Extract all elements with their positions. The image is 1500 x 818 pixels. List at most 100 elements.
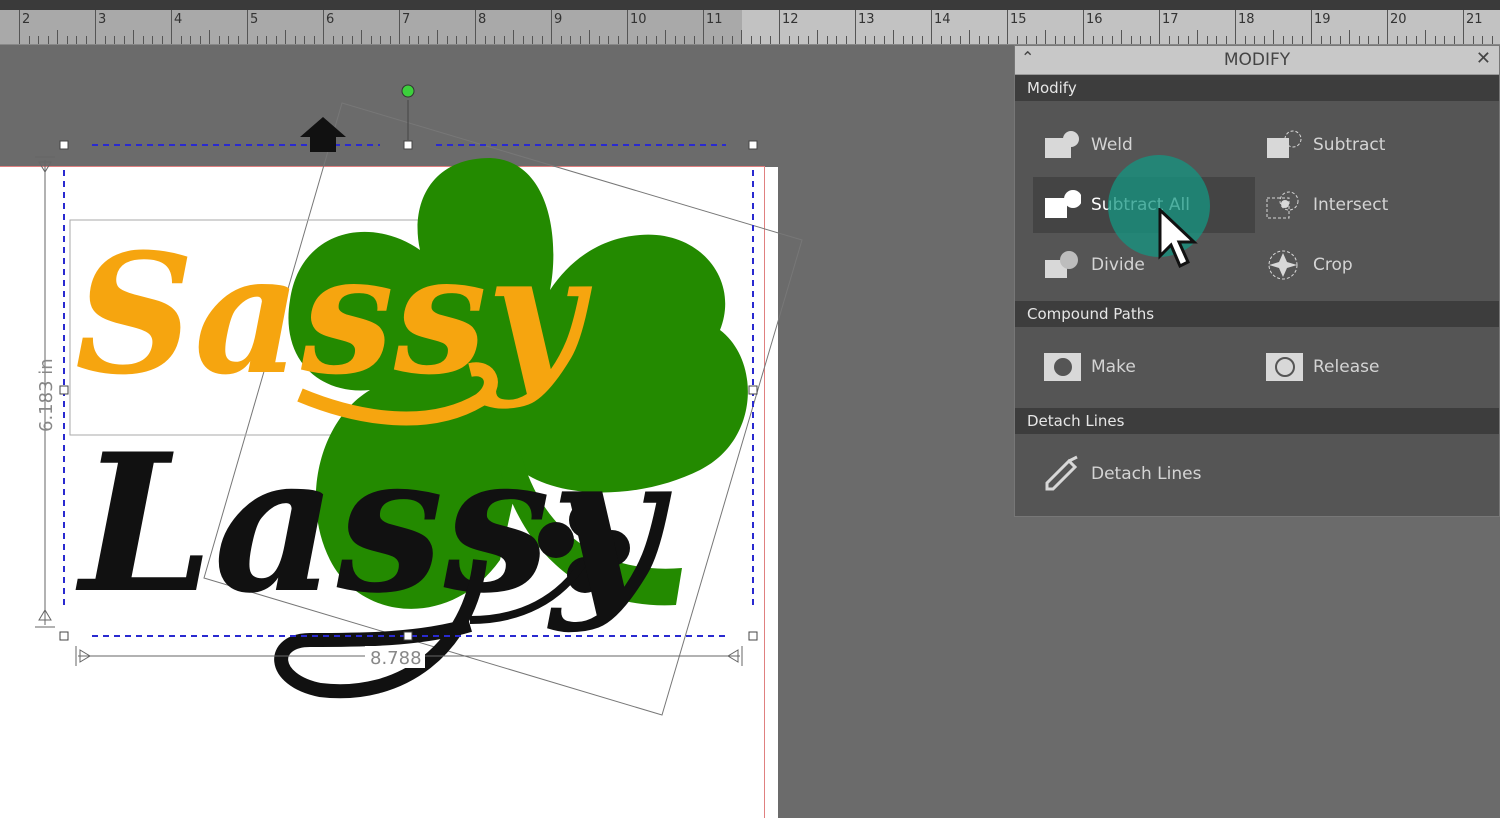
ruler-minor-tick (655, 36, 657, 44)
detach-lines-icon (1043, 455, 1081, 493)
ruler-label: 15 (1010, 12, 1027, 27)
ruler-minor-tick (959, 36, 961, 44)
ruler-minor-tick (1491, 36, 1493, 44)
make-label: Make (1091, 357, 1136, 377)
ruler-minor-tick (133, 30, 134, 44)
section-compound-heading: Compound Paths (1015, 301, 1499, 327)
ruler-minor-tick (57, 30, 58, 44)
divide-label: Divide (1091, 255, 1145, 275)
panel-title: MODIFY (1223, 50, 1291, 70)
make-button[interactable]: Make (1033, 339, 1253, 395)
ruler-minor-tick (418, 36, 419, 44)
ruler-major-tick (171, 10, 172, 44)
subtract-button[interactable]: Subtract (1255, 117, 1475, 173)
ruler-minor-tick (522, 36, 524, 44)
ruler-minor-tick (342, 36, 343, 44)
ruler-minor-tick (275, 36, 277, 44)
ruler-minor-tick (1016, 36, 1018, 44)
ruler-minor-tick (893, 30, 894, 44)
ruler-minor-tick (1330, 36, 1331, 44)
detach-lines-button[interactable]: Detach Lines (1033, 446, 1293, 502)
ruler-minor-tick (237, 36, 239, 44)
ruler-minor-tick (636, 36, 638, 44)
ruler-minor-tick (1140, 36, 1141, 44)
modify-panel: ⌃ MODIFY ✕ Modify Weld Subtract Subtract… (1014, 45, 1500, 517)
close-icon[interactable]: ✕ (1476, 48, 1491, 69)
ruler-minor-tick (1187, 36, 1189, 44)
page-top-edge (0, 166, 765, 167)
ruler-minor-tick (1216, 36, 1217, 44)
subtract-all-icon (1043, 186, 1081, 224)
release-button[interactable]: Release (1255, 339, 1475, 395)
subtract-label: Subtract (1313, 135, 1386, 155)
ruler-minor-tick (570, 36, 571, 44)
ruler-major-tick (551, 10, 552, 44)
section-modify-heading: Modify (1015, 75, 1499, 101)
ruler-label: 14 (934, 12, 951, 27)
crop-button[interactable]: Crop (1255, 237, 1475, 293)
ruler-minor-tick (836, 36, 837, 44)
ruler-minor-tick (218, 36, 220, 44)
ruler-minor-tick (161, 36, 163, 44)
ruler-minor-tick (646, 36, 647, 44)
intersect-label: Intersect (1313, 195, 1389, 215)
ruler-minor-tick (446, 36, 448, 44)
ruler-label: 21 (1466, 12, 1483, 27)
ruler-minor-tick (541, 36, 543, 44)
ruler-minor-tick (741, 30, 742, 44)
panel-titlebar: ⌃ MODIFY ✕ (1015, 46, 1499, 75)
top-bar (0, 0, 1500, 10)
ruler-major-tick (247, 10, 248, 44)
ruler-minor-tick (1045, 30, 1046, 44)
ruler-minor-tick (142, 36, 144, 44)
ruler-label: 17 (1162, 12, 1179, 27)
ruler-minor-tick (1273, 30, 1274, 44)
ruler-minor-tick (693, 36, 695, 44)
ruler-minor-tick (361, 30, 362, 44)
ruler-minor-tick (199, 36, 201, 44)
ruler-minor-tick (85, 36, 87, 44)
ruler-major-tick (1387, 10, 1388, 44)
ruler-minor-tick (1102, 36, 1103, 44)
ruler-minor-tick (123, 36, 125, 44)
ruler-minor-tick (389, 36, 391, 44)
ruler-major-tick (95, 10, 96, 44)
ruler-minor-tick (750, 36, 752, 44)
ruler-minor-tick (1026, 36, 1027, 44)
ruler-major-tick (1083, 10, 1084, 44)
ruler-minor-tick (1149, 36, 1151, 44)
ruler-minor-tick (28, 36, 30, 44)
intersect-icon (1265, 186, 1303, 224)
ruler-minor-tick (1225, 36, 1227, 44)
ruler-minor-tick (760, 36, 761, 44)
ruler-minor-tick (1368, 36, 1369, 44)
ruler-minor-tick (712, 36, 714, 44)
weld-label: Weld (1091, 135, 1133, 155)
section-compound-paths: Make Release (1015, 327, 1499, 408)
ruler-major-tick (779, 10, 780, 44)
ruler-minor-tick (532, 36, 533, 44)
ruler-label: 9 (554, 12, 563, 27)
ruler-minor-tick (1197, 30, 1198, 44)
cutting-mat-page[interactable] (0, 167, 778, 818)
subtract-icon (1265, 126, 1303, 164)
ruler-major-tick (475, 10, 476, 44)
ruler-label: 8 (478, 12, 487, 27)
ruler-minor-tick (1206, 36, 1208, 44)
ruler-minor-tick (1178, 36, 1179, 44)
ruler-minor-tick (190, 36, 191, 44)
ruler-minor-tick (456, 36, 457, 44)
ruler-minor-tick (1482, 36, 1483, 44)
ruler-label: 6 (326, 12, 335, 27)
ruler-minor-tick (465, 36, 467, 44)
ruler-minor-tick (380, 36, 381, 44)
ruler-major-tick (1159, 10, 1160, 44)
ruler-minor-tick (209, 30, 210, 44)
ruler-minor-tick (114, 36, 115, 44)
ruler-minor-tick (1092, 36, 1094, 44)
intersect-button[interactable]: Intersect (1255, 177, 1475, 233)
ruler-label: 11 (706, 12, 723, 27)
ruler-minor-tick (950, 36, 951, 44)
ruler-minor-tick (228, 36, 229, 44)
detach-lines-label: Detach Lines (1091, 464, 1202, 484)
